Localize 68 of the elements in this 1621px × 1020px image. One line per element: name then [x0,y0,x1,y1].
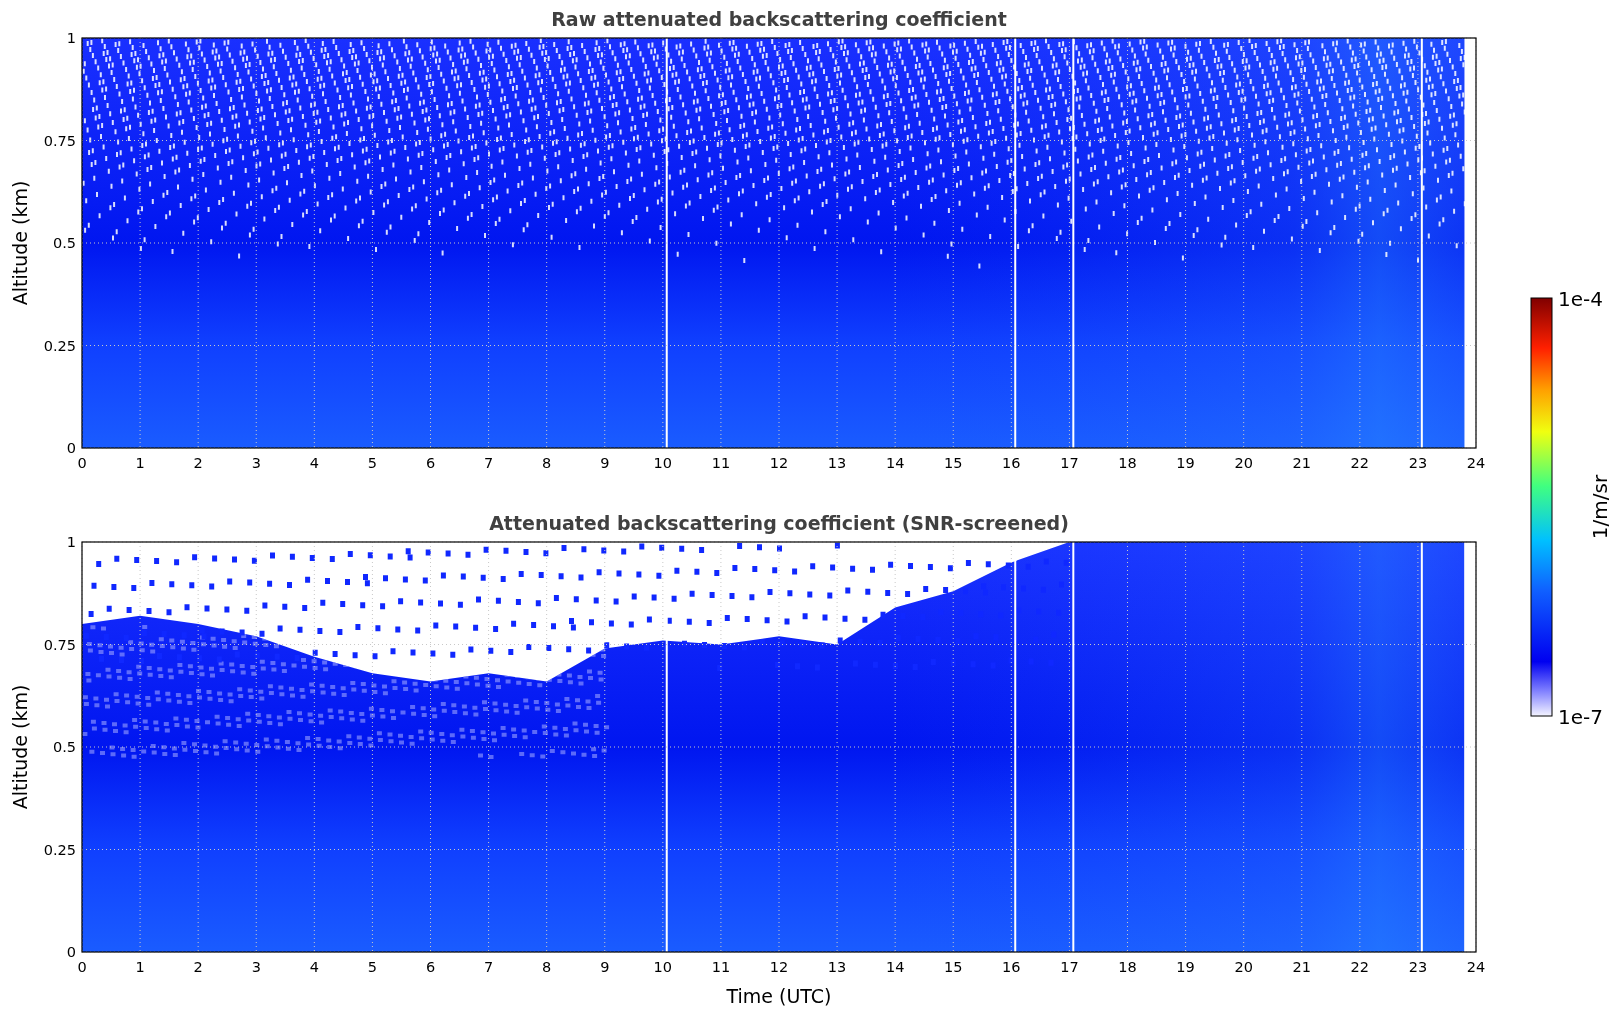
x-tick-label: 3 [251,959,261,975]
y-tick-label: 0.5 [52,739,76,755]
y-tick-label: 0.75 [43,132,76,149]
x-tick-label: 2 [193,959,203,975]
x-tick-label: 4 [309,959,319,975]
x-tick-label: 7 [483,959,494,975]
x-tick-label: 13 [827,959,847,975]
x-tick-label: 22 [1350,959,1370,975]
y-tick-label: 0 [66,944,76,960]
plot-title: Attenuated backscattering coefficient (SNR-screened) [489,512,1069,534]
y-tick-label: 0 [66,440,76,456]
x-tick-label: 7 [483,455,494,471]
x-tick-label: 0 [77,959,87,975]
x-tick-label: 4 [309,455,319,471]
x-tick-label: 6 [425,959,436,975]
x-tick-label: 16 [1002,455,1021,471]
x-tick-label: 18 [1118,959,1137,975]
x-tick-label: 8 [542,455,552,471]
x-tick-label: 14 [885,455,905,471]
y-tick-label: 1 [66,30,76,46]
x-tick-label: 5 [367,959,378,975]
y-tick-label: 1 [66,534,76,550]
y-axis-label: Altitude (km) [9,180,31,306]
plot-title: Raw attenuated backscattering coefficient [551,8,1007,30]
x-tick-label: 12 [769,455,789,471]
x-tick-label: 24 [1466,455,1486,471]
y-tick-label: 0.25 [43,841,76,858]
x-tick-label: 21 [1292,455,1311,471]
x-tick-label: 10 [653,455,673,471]
x-tick-label: 22 [1350,455,1370,471]
x-tick-label: 12 [769,959,789,975]
x-tick-label: 3 [251,455,261,471]
x-tick-label: 24 [1466,959,1486,975]
x-tick-label: 18 [1118,455,1137,471]
colorbar-label: 1/m/sr [1588,474,1612,540]
x-tick-label: 20 [1234,959,1253,975]
x-tick-label: 6 [425,455,436,471]
x-tick-label: 15 [944,455,963,471]
colorbar-max-label: 1e-4 [1558,287,1603,311]
x-tick-label: 11 [711,455,731,471]
x-tick-label: 0 [77,455,87,471]
colorbar-min-label: 1e-7 [1558,705,1603,729]
x-tick-label: 1 [135,455,145,471]
y-tick-label: 0.25 [43,337,76,354]
y-tick-label: 0.75 [43,636,76,653]
x-tick-label: 19 [1176,959,1195,975]
x-tick-label: 20 [1234,455,1253,471]
x-tick-label: 2 [193,455,203,471]
x-axis-label: Time (UTC) [726,985,832,1007]
x-tick-label: 11 [711,959,731,975]
x-tick-label: 15 [944,959,963,975]
x-tick-label: 1 [135,959,145,975]
x-tick-label: 13 [827,455,847,471]
y-axis-label: Altitude (km) [9,684,31,810]
x-tick-label: 23 [1408,959,1428,975]
x-tick-label: 9 [600,455,610,471]
x-tick-label: 23 [1408,455,1428,471]
x-tick-label: 5 [367,455,378,471]
x-tick-label: 17 [1060,959,1079,975]
x-tick-label: 9 [600,959,610,975]
y-tick-label: 0.5 [52,235,76,251]
x-tick-label: 16 [1002,959,1021,975]
x-tick-label: 19 [1176,455,1195,471]
x-tick-label: 21 [1292,959,1311,975]
x-tick-label: 17 [1060,455,1079,471]
x-tick-label: 10 [653,959,673,975]
x-tick-label: 14 [885,959,905,975]
x-tick-label: 8 [542,959,552,975]
